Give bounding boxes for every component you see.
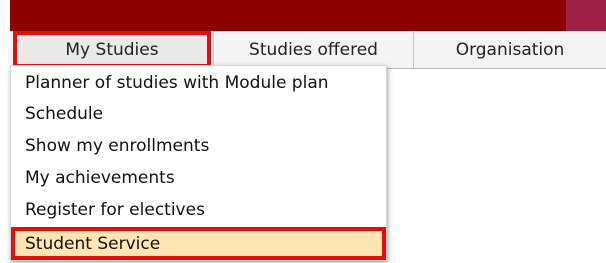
tab-organisation[interactable]: Organisation bbox=[413, 31, 606, 68]
my-studies-dropdown-menu: Planner of studies with Module plan Sche… bbox=[10, 65, 387, 261]
menu-item-my-achievements[interactable]: My achievements bbox=[11, 162, 386, 193]
top-banner bbox=[10, 0, 606, 31]
main-navigation: My Studies Studies offered Organisation bbox=[10, 31, 606, 69]
top-banner-accent bbox=[566, 0, 606, 31]
tab-studies-offered[interactable]: Studies offered bbox=[213, 31, 413, 68]
menu-item-show-enrollments[interactable]: Show my enrollments bbox=[11, 130, 386, 161]
menu-item-planner-of-studies[interactable]: Planner of studies with Module plan bbox=[11, 67, 386, 98]
tab-my-studies[interactable]: My Studies bbox=[13, 31, 211, 68]
menu-item-student-service[interactable]: Student Service bbox=[11, 227, 386, 260]
menu-item-schedule[interactable]: Schedule bbox=[11, 98, 386, 129]
menu-item-register-electives[interactable]: Register for electives bbox=[11, 194, 386, 225]
